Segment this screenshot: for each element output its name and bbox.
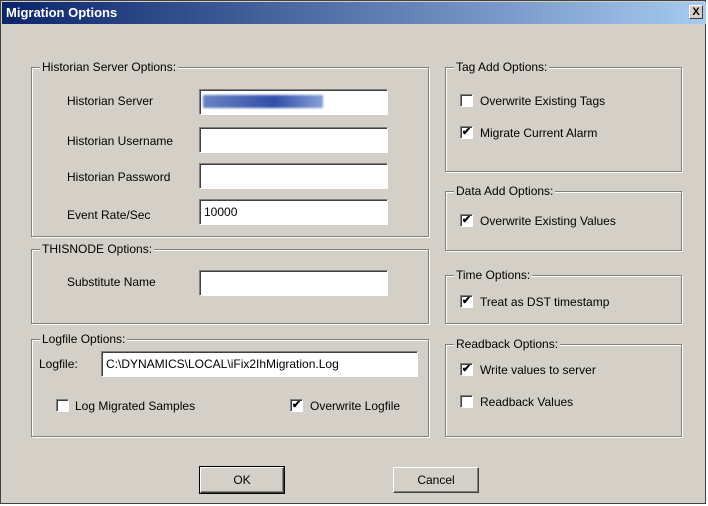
historian-username-field[interactable] [199, 127, 388, 153]
tag-add-options-legend: Tag Add Options: [454, 60, 550, 74]
ok-button[interactable]: OK [199, 466, 285, 494]
overwrite-existing-tags-checkbox[interactable] [460, 94, 473, 107]
logfile-options-legend: Logfile Options: [40, 332, 128, 346]
treat-as-dst-label[interactable]: Treat as DST timestamp [480, 295, 609, 309]
migration-options-dialog: Migration Options X Historian Server Opt… [0, 0, 706, 504]
overwrite-existing-values-label[interactable]: Overwrite Existing Values [480, 214, 616, 228]
event-rate-label: Event Rate/Sec [67, 208, 151, 222]
overwrite-existing-values-checkbox[interactable]: ✔ [460, 214, 473, 227]
overwrite-logfile-label[interactable]: Overwrite Logfile [310, 399, 400, 413]
write-values-to-server-checkbox[interactable]: ✔ [460, 363, 473, 376]
substitute-name-field[interactable] [199, 270, 388, 296]
historian-server-field[interactable] [199, 89, 388, 115]
data-add-options-legend: Data Add Options: [454, 184, 556, 198]
redacted-server-value [203, 95, 323, 108]
readback-values-label[interactable]: Readback Values [480, 395, 573, 409]
readback-options-legend: Readback Options: [454, 337, 561, 351]
historian-password-field[interactable] [199, 163, 388, 189]
cancel-button[interactable]: Cancel [393, 467, 479, 493]
close-button[interactable]: X [689, 5, 703, 19]
historian-username-label: Historian Username [67, 134, 174, 148]
window-title: Migration Options [6, 5, 118, 20]
event-rate-field[interactable]: 10000 [199, 199, 388, 225]
time-options-legend: Time Options: [454, 268, 533, 282]
readback-values-checkbox[interactable] [460, 395, 473, 408]
write-values-to-server-label[interactable]: Write values to server [480, 363, 596, 377]
historian-server-label: Historian Server [67, 94, 154, 108]
tag-add-options-group: Tag Add Options: [445, 60, 682, 172]
substitute-name-label: Substitute Name [67, 275, 156, 289]
migrate-current-alarm-checkbox[interactable]: ✔ [460, 126, 473, 139]
treat-as-dst-checkbox[interactable]: ✔ [460, 295, 473, 308]
overwrite-existing-tags-label[interactable]: Overwrite Existing Tags [480, 94, 605, 108]
migrate-current-alarm-label[interactable]: Migrate Current Alarm [480, 126, 597, 140]
log-migrated-samples-label[interactable]: Log Migrated Samples [75, 399, 195, 413]
title-bar[interactable]: Migration Options X [2, 2, 706, 24]
readback-options-group: Readback Options: [445, 337, 682, 437]
historian-password-label: Historian Password [67, 170, 171, 184]
logfile-path-field[interactable]: C:\DYNAMICS\LOCAL\iFix2IhMigration.Log [101, 351, 418, 377]
logfile-label: Logfile: [39, 357, 78, 371]
overwrite-logfile-checkbox[interactable]: ✔ [290, 399, 303, 412]
log-migrated-samples-checkbox[interactable] [56, 399, 69, 412]
thisnode-options-legend: THISNODE Options: [40, 242, 155, 256]
historian-server-options-legend: Historian Server Options: [40, 60, 179, 74]
